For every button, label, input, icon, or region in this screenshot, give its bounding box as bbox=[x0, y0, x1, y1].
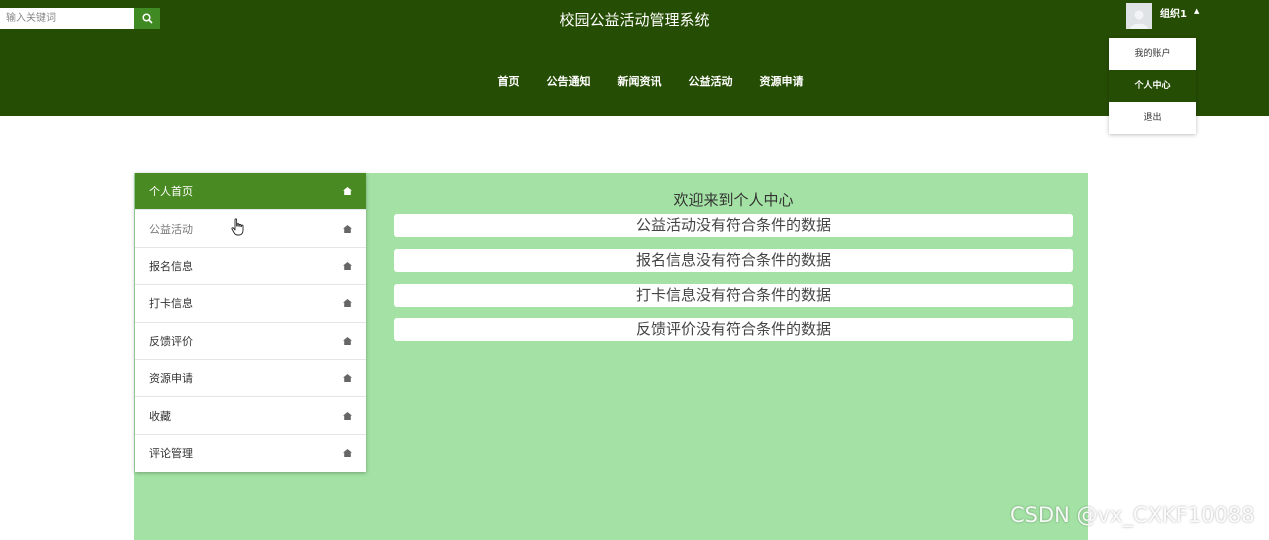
sidebar-item-resource-apply[interactable]: 资源申请 bbox=[135, 360, 366, 398]
sidebar: 个人首页 公益活动 报名信息 打卡信息 反馈评价 资源申请 收藏 评论管理 bbox=[135, 173, 366, 473]
nav-home[interactable]: 首页 bbox=[498, 73, 520, 89]
watermark: CSDN @vx_CXKF10088 bbox=[1010, 503, 1255, 527]
home-icon bbox=[343, 299, 352, 308]
sidebar-item-comments[interactable]: 评论管理 bbox=[135, 435, 366, 472]
empty-activities-message: 公益活动没有符合条件的数据 bbox=[394, 214, 1073, 237]
sidebar-item-label: 反馈评价 bbox=[149, 334, 193, 348]
sidebar-item-activities[interactable]: 公益活动 bbox=[135, 210, 366, 248]
menu-personal-center[interactable]: 个人中心 bbox=[1109, 70, 1196, 102]
sidebar-item-label: 公益活动 bbox=[149, 222, 193, 236]
home-icon bbox=[343, 411, 352, 420]
nav-activities[interactable]: 公益活动 bbox=[689, 73, 733, 89]
caret-up-icon: ▲ bbox=[1193, 7, 1200, 15]
sidebar-item-registration[interactable]: 报名信息 bbox=[135, 248, 366, 286]
menu-my-account[interactable]: 我的账户 bbox=[1109, 38, 1196, 70]
welcome-heading: 欢迎来到个人中心 bbox=[673, 191, 794, 209]
sidebar-item-label: 资源申请 bbox=[149, 372, 193, 386]
empty-feedback-message: 反馈评价没有符合条件的数据 bbox=[394, 318, 1073, 341]
home-icon bbox=[343, 336, 352, 345]
sidebar-item-favorites[interactable]: 收藏 bbox=[135, 397, 366, 435]
sidebar-item-label: 评论管理 bbox=[149, 447, 193, 461]
site-title: 校园公益活动管理系统 bbox=[559, 11, 710, 29]
empty-registration-message: 报名信息没有符合条件的数据 bbox=[394, 249, 1073, 272]
sidebar-item-label: 打卡信息 bbox=[149, 297, 193, 311]
user-silhouette-icon bbox=[1130, 10, 1148, 29]
empty-checkin-message: 打卡信息没有符合条件的数据 bbox=[394, 284, 1073, 307]
nav-news[interactable]: 新闻资讯 bbox=[618, 73, 662, 89]
sidebar-item-label: 收藏 bbox=[149, 409, 171, 423]
sidebar-item-feedback[interactable]: 反馈评价 bbox=[135, 323, 366, 360]
sidebar-item-checkin[interactable]: 打卡信息 bbox=[135, 285, 366, 323]
home-icon bbox=[343, 449, 352, 458]
home-icon bbox=[343, 187, 352, 196]
sidebar-item-home[interactable]: 个人首页 bbox=[135, 173, 366, 211]
nav-announcements[interactable]: 公告通知 bbox=[547, 73, 591, 89]
home-icon bbox=[343, 374, 352, 383]
home-icon bbox=[343, 261, 352, 270]
header: 校园公益活动管理系统 首页 公告通知 新闻资讯 公益活动 资源申请 组织1 ▲ bbox=[0, 0, 1269, 116]
home-icon bbox=[343, 224, 352, 233]
hand-cursor-icon bbox=[231, 218, 244, 236]
user-dropdown: 我的账户 个人中心 退出 bbox=[1109, 38, 1196, 134]
menu-logout[interactable]: 退出 bbox=[1109, 102, 1196, 134]
main-nav: 首页 公告通知 新闻资讯 公益活动 资源申请 bbox=[0, 73, 1269, 89]
nav-resource-apply[interactable]: 资源申请 bbox=[760, 73, 804, 89]
user-menu-toggle[interactable]: 组织1 ▲ bbox=[1126, 3, 1199, 29]
avatar bbox=[1126, 3, 1152, 29]
user-name: 组织1 bbox=[1160, 9, 1187, 20]
sidebar-item-label: 报名信息 bbox=[149, 259, 193, 273]
sidebar-item-label: 个人首页 bbox=[149, 185, 193, 199]
